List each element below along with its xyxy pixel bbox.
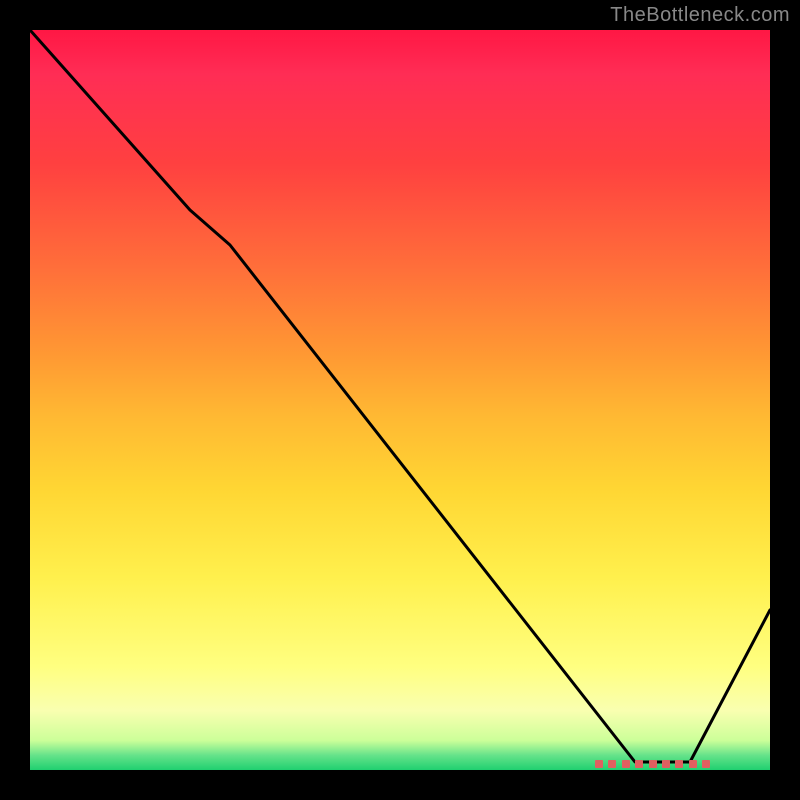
gradient-plot-area	[30, 30, 770, 770]
attribution-label: TheBottleneck.com	[610, 4, 790, 27]
chart-frame: TheBottleneck.com	[0, 0, 800, 800]
bottleneck-curve	[30, 30, 770, 770]
